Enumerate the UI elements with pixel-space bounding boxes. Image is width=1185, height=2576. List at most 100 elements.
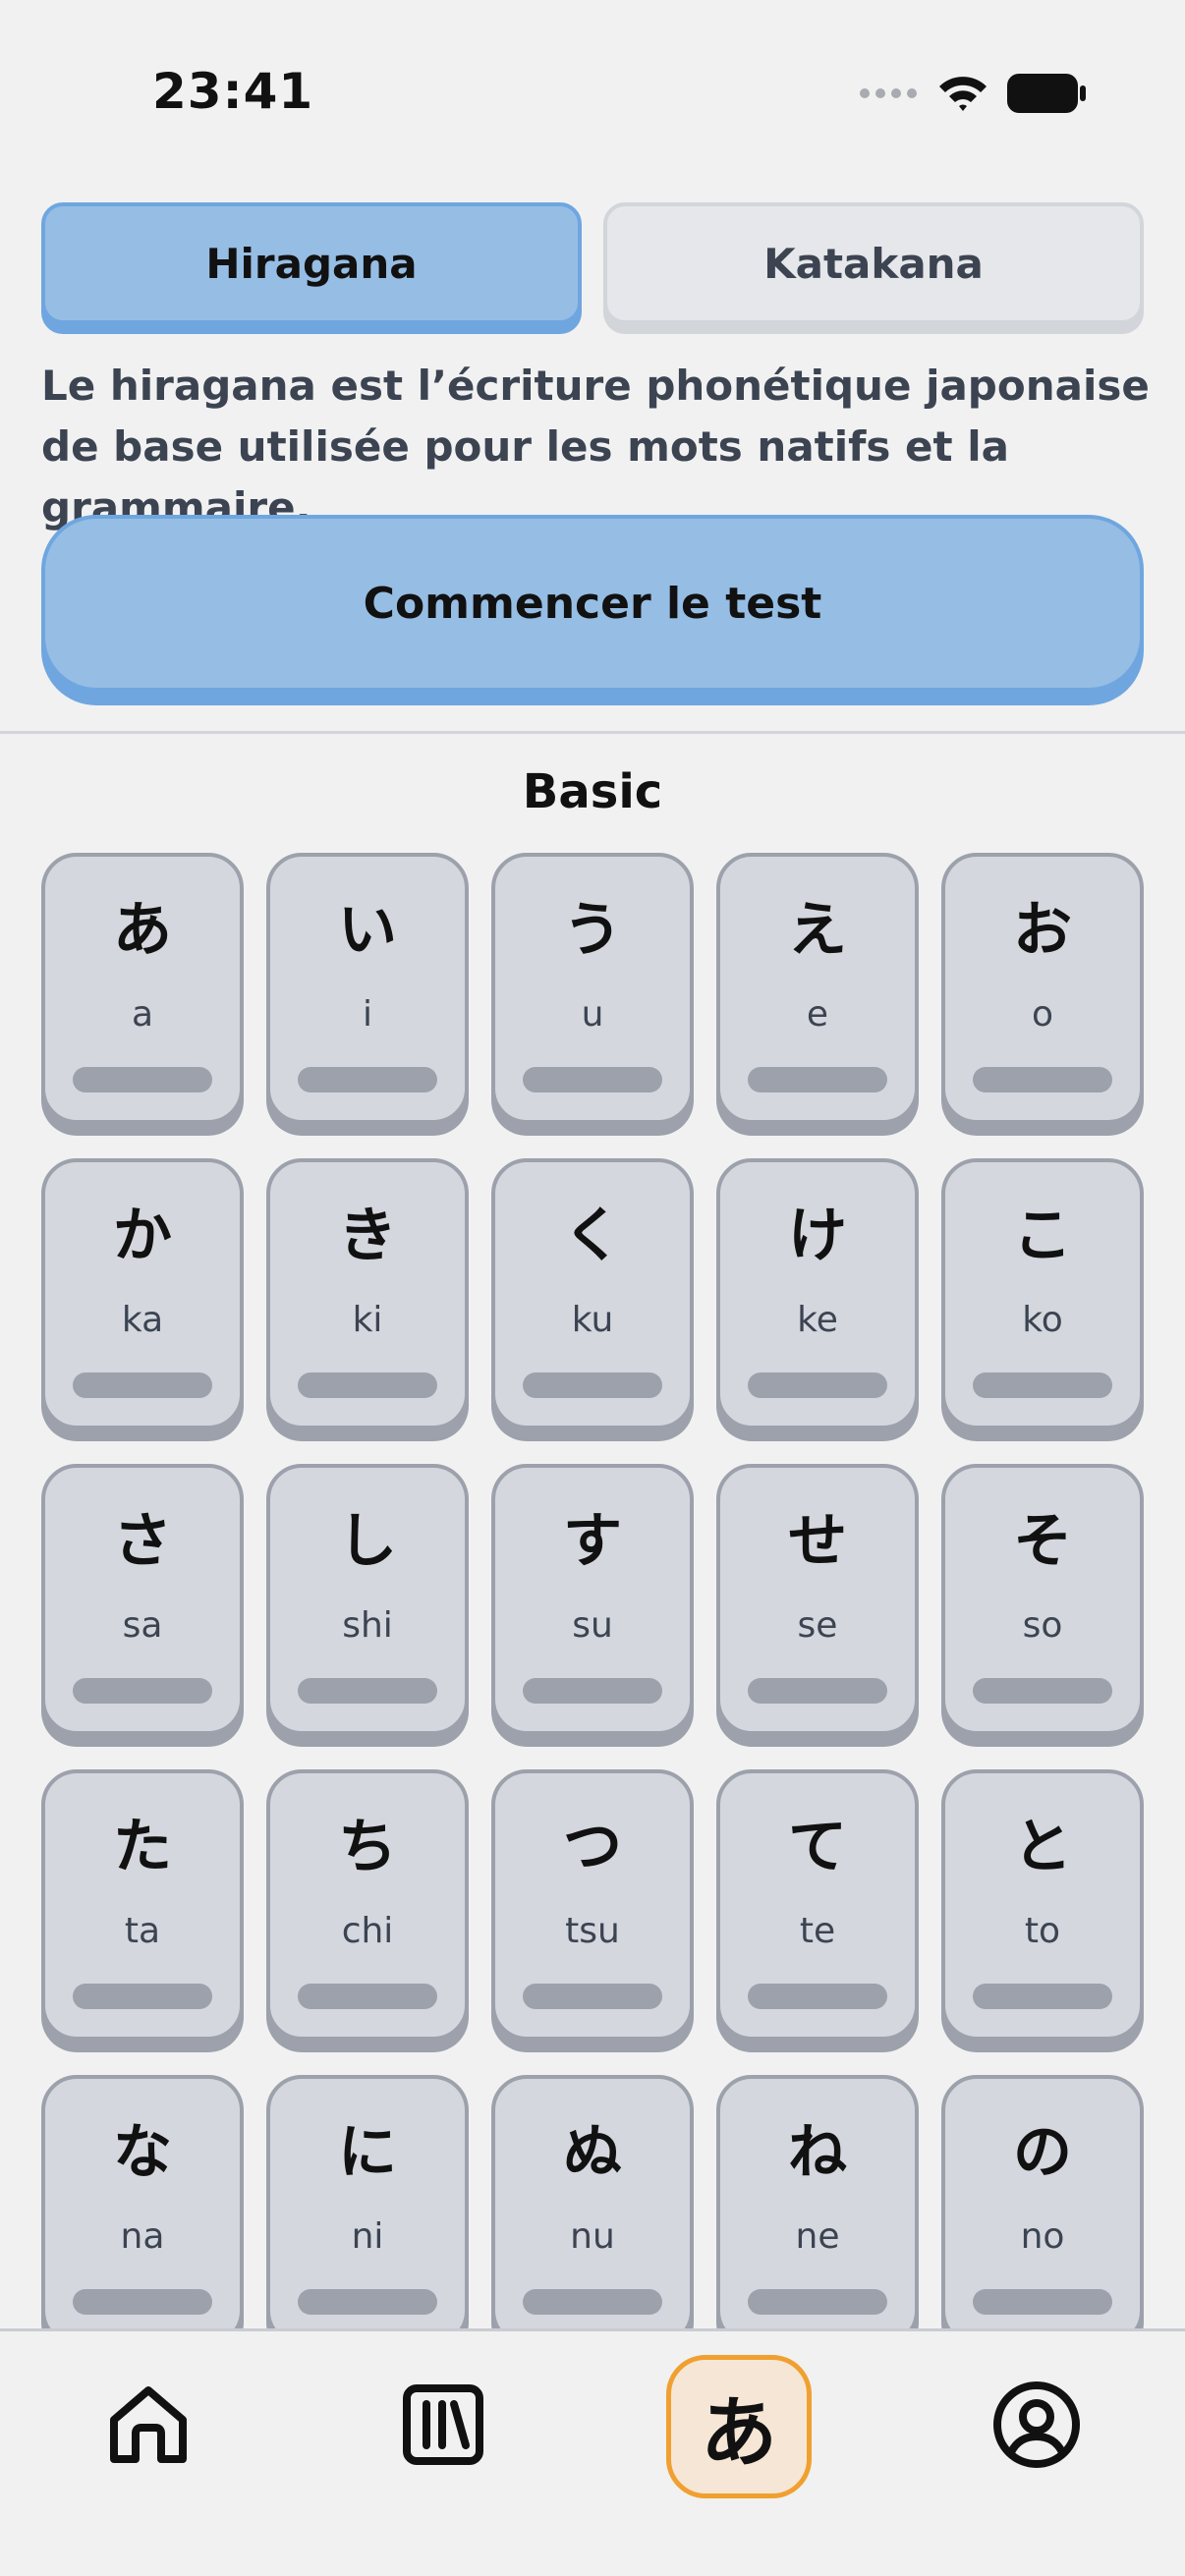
divider xyxy=(0,731,1185,734)
kana-character: く xyxy=(563,1202,622,1270)
kana-romaji: te xyxy=(799,1911,836,1951)
progress-bar xyxy=(73,1067,212,1092)
kana-romaji: ne xyxy=(795,2216,840,2257)
kana-character: し xyxy=(338,1507,397,1576)
kana-card[interactable]: え e xyxy=(716,853,919,1124)
status-icons xyxy=(859,73,1087,114)
status-time: 23:41 xyxy=(152,63,314,120)
kana-card[interactable]: の no xyxy=(941,2075,1144,2328)
kana-character: こ xyxy=(1013,1202,1072,1270)
kana-card[interactable]: い i xyxy=(266,853,469,1124)
kana-romaji: u xyxy=(581,994,604,1035)
progress-bar xyxy=(298,1678,437,1704)
screen: 23:41 Hiragana Katakana Le hiragana est … xyxy=(0,0,1185,2576)
progress-bar xyxy=(748,1678,887,1704)
kana-romaji: tsu xyxy=(565,1911,620,1951)
cellular-signal-icon xyxy=(860,88,917,98)
kana-card[interactable]: と to xyxy=(941,1769,1144,2041)
progress-bar xyxy=(523,1067,662,1092)
home-icon xyxy=(110,2386,187,2463)
kana-card[interactable]: か ka xyxy=(41,1158,244,1429)
kana-character: て xyxy=(788,1813,847,1881)
kana-romaji: e xyxy=(806,994,829,1035)
progress-bar xyxy=(748,1372,887,1398)
kana-card[interactable]: て te xyxy=(716,1769,919,2041)
kana-romaji: chi xyxy=(341,1911,394,1951)
kana-card[interactable]: つ tsu xyxy=(491,1769,694,2041)
kana-card[interactable]: こ ko xyxy=(941,1158,1144,1429)
kana-grid: あ a い i う u え e お o か ka き ki く ku け ke … xyxy=(41,853,1144,2328)
kana-character: つ xyxy=(563,1813,622,1881)
kana-card[interactable]: ぬ nu xyxy=(491,2075,694,2328)
kana-character: の xyxy=(1013,2118,1072,2187)
kana-romaji: nu xyxy=(570,2216,615,2257)
kana-character: と xyxy=(1013,1813,1072,1881)
progress-bar xyxy=(748,1067,887,1092)
nav-home[interactable] xyxy=(75,2351,222,2498)
kana-romaji: no xyxy=(1020,2216,1065,2257)
kana-romaji: to xyxy=(1024,1911,1061,1951)
script-tabs: Hiragana Katakana xyxy=(41,202,1144,324)
kana-character: ぬ xyxy=(563,2118,622,2187)
progress-bar xyxy=(73,1372,212,1398)
kana-character: す xyxy=(563,1507,622,1576)
script-description: Le hiragana est l’écriture phonétique ja… xyxy=(41,362,1150,532)
kana-card[interactable]: け ke xyxy=(716,1158,919,1429)
kana-card[interactable]: し shi xyxy=(266,1464,469,1735)
kana-card[interactable]: な na xyxy=(41,2075,244,2328)
kana-character: さ xyxy=(113,1507,172,1576)
kana-character: い xyxy=(338,896,397,965)
progress-bar xyxy=(73,1678,212,1704)
kana-card[interactable]: ち chi xyxy=(266,1769,469,2041)
progress-bar xyxy=(523,1984,662,2009)
kana-card[interactable]: さ sa xyxy=(41,1464,244,1735)
kana-card[interactable]: た ta xyxy=(41,1769,244,2041)
kana-character: う xyxy=(563,896,622,965)
kana-character: え xyxy=(788,896,847,965)
kana-romaji: ko xyxy=(1022,1300,1063,1340)
kana-card[interactable]: う u xyxy=(491,853,694,1124)
library-icon xyxy=(403,2384,483,2465)
kana-character: た xyxy=(113,1813,172,1881)
status-bar: 23:41 xyxy=(0,0,1185,196)
kana-character: せ xyxy=(788,1507,847,1576)
kana-card[interactable]: き ki xyxy=(266,1158,469,1429)
nav-library[interactable] xyxy=(369,2351,517,2498)
section-title: Basic xyxy=(522,764,663,819)
kana-card[interactable]: に ni xyxy=(266,2075,469,2328)
progress-bar xyxy=(748,1984,887,2009)
kana-romaji: a xyxy=(131,994,154,1035)
kana-romaji: se xyxy=(797,1605,838,1646)
start-test-button[interactable]: Commencer le test xyxy=(41,515,1144,692)
kana-card[interactable]: せ se xyxy=(716,1464,919,1735)
kana-character: ち xyxy=(338,1813,397,1881)
profile-icon xyxy=(993,2381,1080,2468)
kana-romaji: sa xyxy=(122,1605,163,1646)
kana-card[interactable]: ね ne xyxy=(716,2075,919,2328)
tab-katakana[interactable]: Katakana xyxy=(603,202,1144,324)
kana-character: あ xyxy=(113,896,172,965)
kana-icon: あ xyxy=(700,2389,777,2478)
progress-bar xyxy=(298,1067,437,1092)
progress-bar xyxy=(973,2289,1112,2315)
kana-card[interactable]: あ a xyxy=(41,853,244,1124)
nav-kana[interactable]: あ xyxy=(666,2355,812,2498)
kana-romaji: ka xyxy=(121,1300,164,1340)
kana-card[interactable]: す su xyxy=(491,1464,694,1735)
kana-character: け xyxy=(788,1202,847,1270)
kana-card[interactable]: お o xyxy=(941,853,1144,1124)
progress-bar xyxy=(73,2289,212,2315)
kana-character: に xyxy=(338,2118,397,2187)
kana-romaji: ke xyxy=(797,1300,838,1340)
progress-bar xyxy=(973,1678,1112,1704)
kana-romaji: i xyxy=(362,994,372,1035)
progress-bar xyxy=(973,1372,1112,1398)
kana-card[interactable]: そ so xyxy=(941,1464,1144,1735)
nav-profile[interactable] xyxy=(963,2351,1110,2498)
kana-romaji: su xyxy=(572,1605,613,1646)
kana-card[interactable]: く ku xyxy=(491,1158,694,1429)
tab-hiragana[interactable]: Hiragana xyxy=(41,202,582,324)
progress-bar xyxy=(298,2289,437,2315)
progress-bar xyxy=(523,2289,662,2315)
progress-bar xyxy=(523,1678,662,1704)
